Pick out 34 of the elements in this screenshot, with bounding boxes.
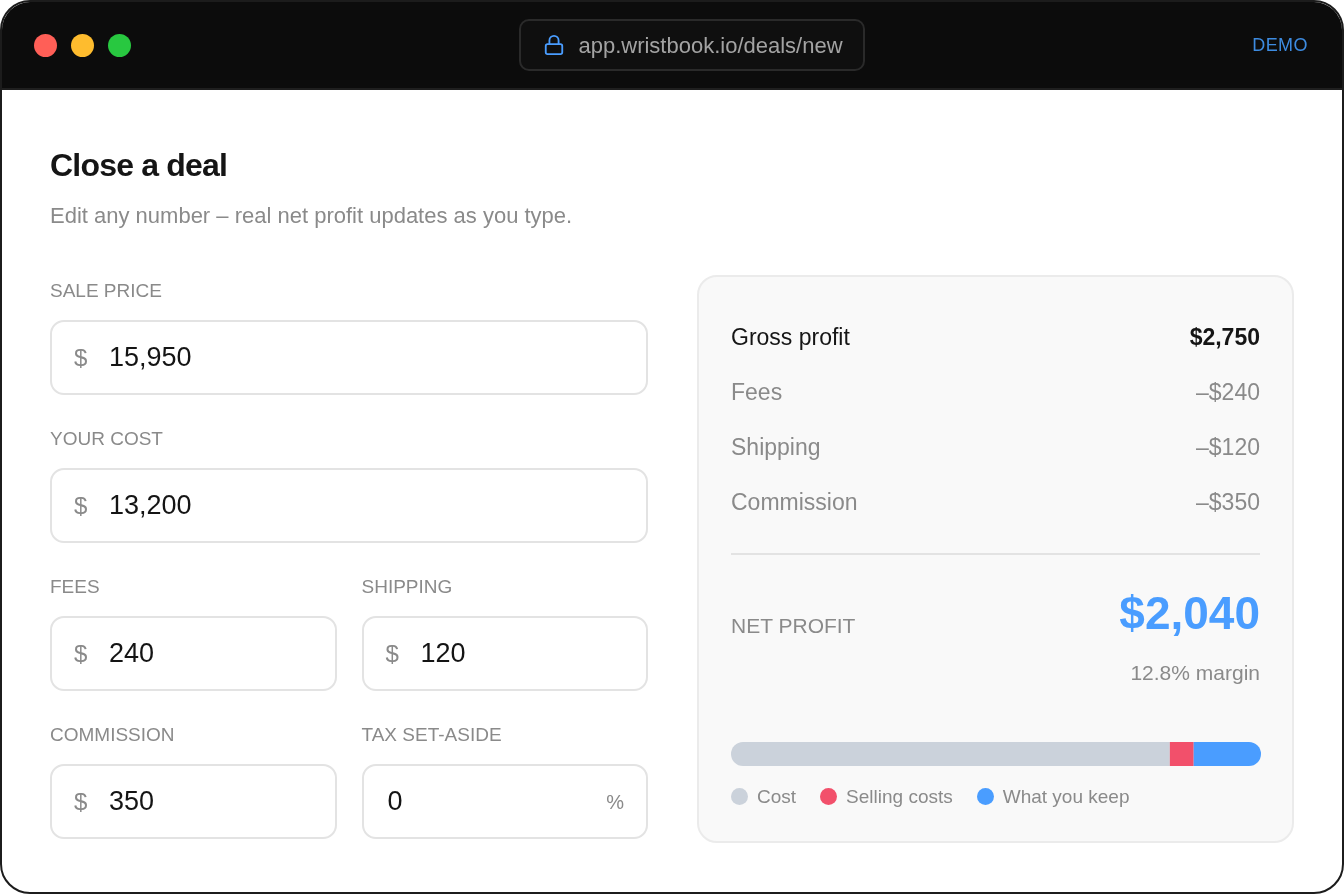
- currency-prefix: $: [74, 342, 88, 373]
- page-title: Close a deal: [50, 146, 228, 184]
- legend-label: What you keep: [1002, 784, 1130, 809]
- currency-prefix: $: [74, 490, 88, 521]
- address-bar[interactable]: app.wristbook.io/deals/new: [519, 19, 865, 71]
- net-profit-label: NET PROFIT: [731, 613, 856, 640]
- currency-prefix: $: [74, 786, 88, 817]
- net-profit-amount: $2,040: [1119, 586, 1260, 641]
- summary-amount: –$350: [1196, 487, 1260, 517]
- summary-label: Gross profit: [731, 322, 850, 352]
- close-button[interactable]: [34, 33, 57, 57]
- margin-text: 12.8% margin: [1130, 660, 1260, 686]
- minimize-button[interactable]: [71, 33, 94, 57]
- field-label: COMMISSION: [50, 723, 176, 747]
- legend-label: Cost: [757, 784, 797, 809]
- field-label: TAX SET-ASIDE: [361, 723, 503, 747]
- demo-link[interactable]: DEMO: [1252, 31, 1310, 59]
- summary-amount: –$120: [1196, 432, 1260, 462]
- summary-amount: $2,750: [1189, 322, 1260, 352]
- field-label: FEES: [50, 575, 101, 599]
- summary-label: Shipping: [731, 432, 821, 462]
- field-label: SHIPPING: [361, 575, 454, 599]
- summary-label: Fees: [731, 377, 783, 407]
- field-label: YOUR COST: [50, 427, 164, 451]
- field-label: SALE PRICE: [50, 279, 163, 303]
- percent-suffix: %: [606, 789, 624, 815]
- maximize-button[interactable]: [108, 33, 131, 57]
- summary-label: Commission: [731, 487, 858, 517]
- currency-prefix: $: [385, 638, 399, 669]
- legend-label: Selling costs: [846, 784, 953, 809]
- summary-amount: –$240: [1196, 377, 1260, 407]
- currency-prefix: $: [74, 638, 88, 669]
- lock-icon: [543, 34, 566, 56]
- page-subtitle: Edit any number – real net profit updates as you type.: [50, 202, 573, 230]
